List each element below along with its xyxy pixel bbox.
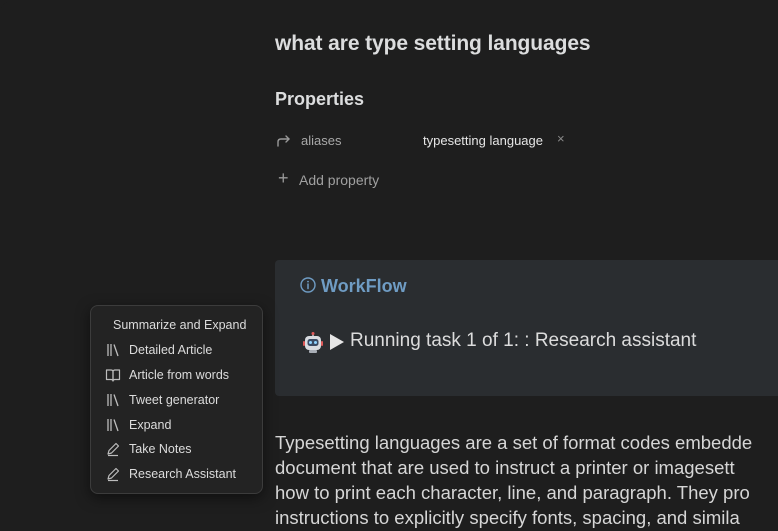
property-value-tag[interactable]: typesetting language	[423, 133, 543, 148]
body-line: Typesetting languages are a set of forma…	[275, 432, 753, 453]
menu-header: Summarize and Expand	[113, 318, 247, 332]
property-row-aliases[interactable]: aliases typesetting language ×	[275, 130, 775, 152]
menu-item-label: Tweet generator	[129, 393, 220, 407]
pencil-icon	[107, 467, 120, 482]
arrow-turn-icon	[277, 135, 290, 147]
library-icon	[107, 419, 119, 432]
menu-item-label: Detailed Article	[129, 343, 213, 357]
info-circle-icon	[300, 277, 316, 293]
menu-item-label: Take Notes	[129, 442, 192, 456]
body-line: how to print each character, line, and p…	[275, 482, 750, 503]
play-icon	[330, 334, 344, 350]
menu-item-label: Research Assistant	[129, 467, 236, 481]
book-open-icon	[105, 369, 121, 382]
callout-title: WorkFlow	[321, 276, 407, 296]
add-property-label: Add property	[299, 172, 380, 188]
body-line: document that are used to instruct a pri…	[275, 457, 735, 478]
properties-heading[interactable]: Properties	[275, 89, 364, 110]
note-page: what are type setting languages Properti…	[0, 0, 778, 531]
task-status-text: Running task 1 of 1: : Research assistan…	[350, 330, 697, 351]
context-menu: Summarize and Expand Detailed Article Ar…	[90, 305, 263, 494]
page-title[interactable]: what are type setting languages	[275, 32, 591, 56]
menu-item-expand[interactable]: Expand	[91, 414, 262, 436]
menu-item-tweet-generator[interactable]: Tweet generator	[91, 389, 262, 411]
menu-item-label: Expand	[129, 418, 172, 432]
workflow-callout: WorkFlow Running task 1 of 1: : Research…	[275, 260, 778, 396]
menu-item-detailed-article[interactable]: Detailed Article	[91, 339, 262, 361]
menu-item-take-notes[interactable]: Take Notes	[91, 438, 262, 460]
body-line: instructions to explicitly specify fonts…	[275, 507, 740, 528]
pencil-icon	[107, 442, 120, 457]
property-key[interactable]: aliases	[301, 133, 341, 148]
plus-icon: +	[278, 168, 289, 188]
remove-tag-icon[interactable]: ×	[557, 131, 565, 146]
body-paragraph[interactable]: Typesetting languages are a set of forma…	[275, 430, 778, 530]
library-icon	[107, 344, 119, 357]
library-icon	[107, 394, 119, 407]
menu-item-article-from-words[interactable]: Article from words	[91, 364, 262, 386]
menu-item-research-assistant[interactable]: Research Assistant	[91, 463, 262, 485]
add-property-button[interactable]: + Add property	[278, 169, 408, 191]
menu-item-label: Article from words	[129, 368, 230, 382]
robot-icon	[303, 332, 323, 353]
